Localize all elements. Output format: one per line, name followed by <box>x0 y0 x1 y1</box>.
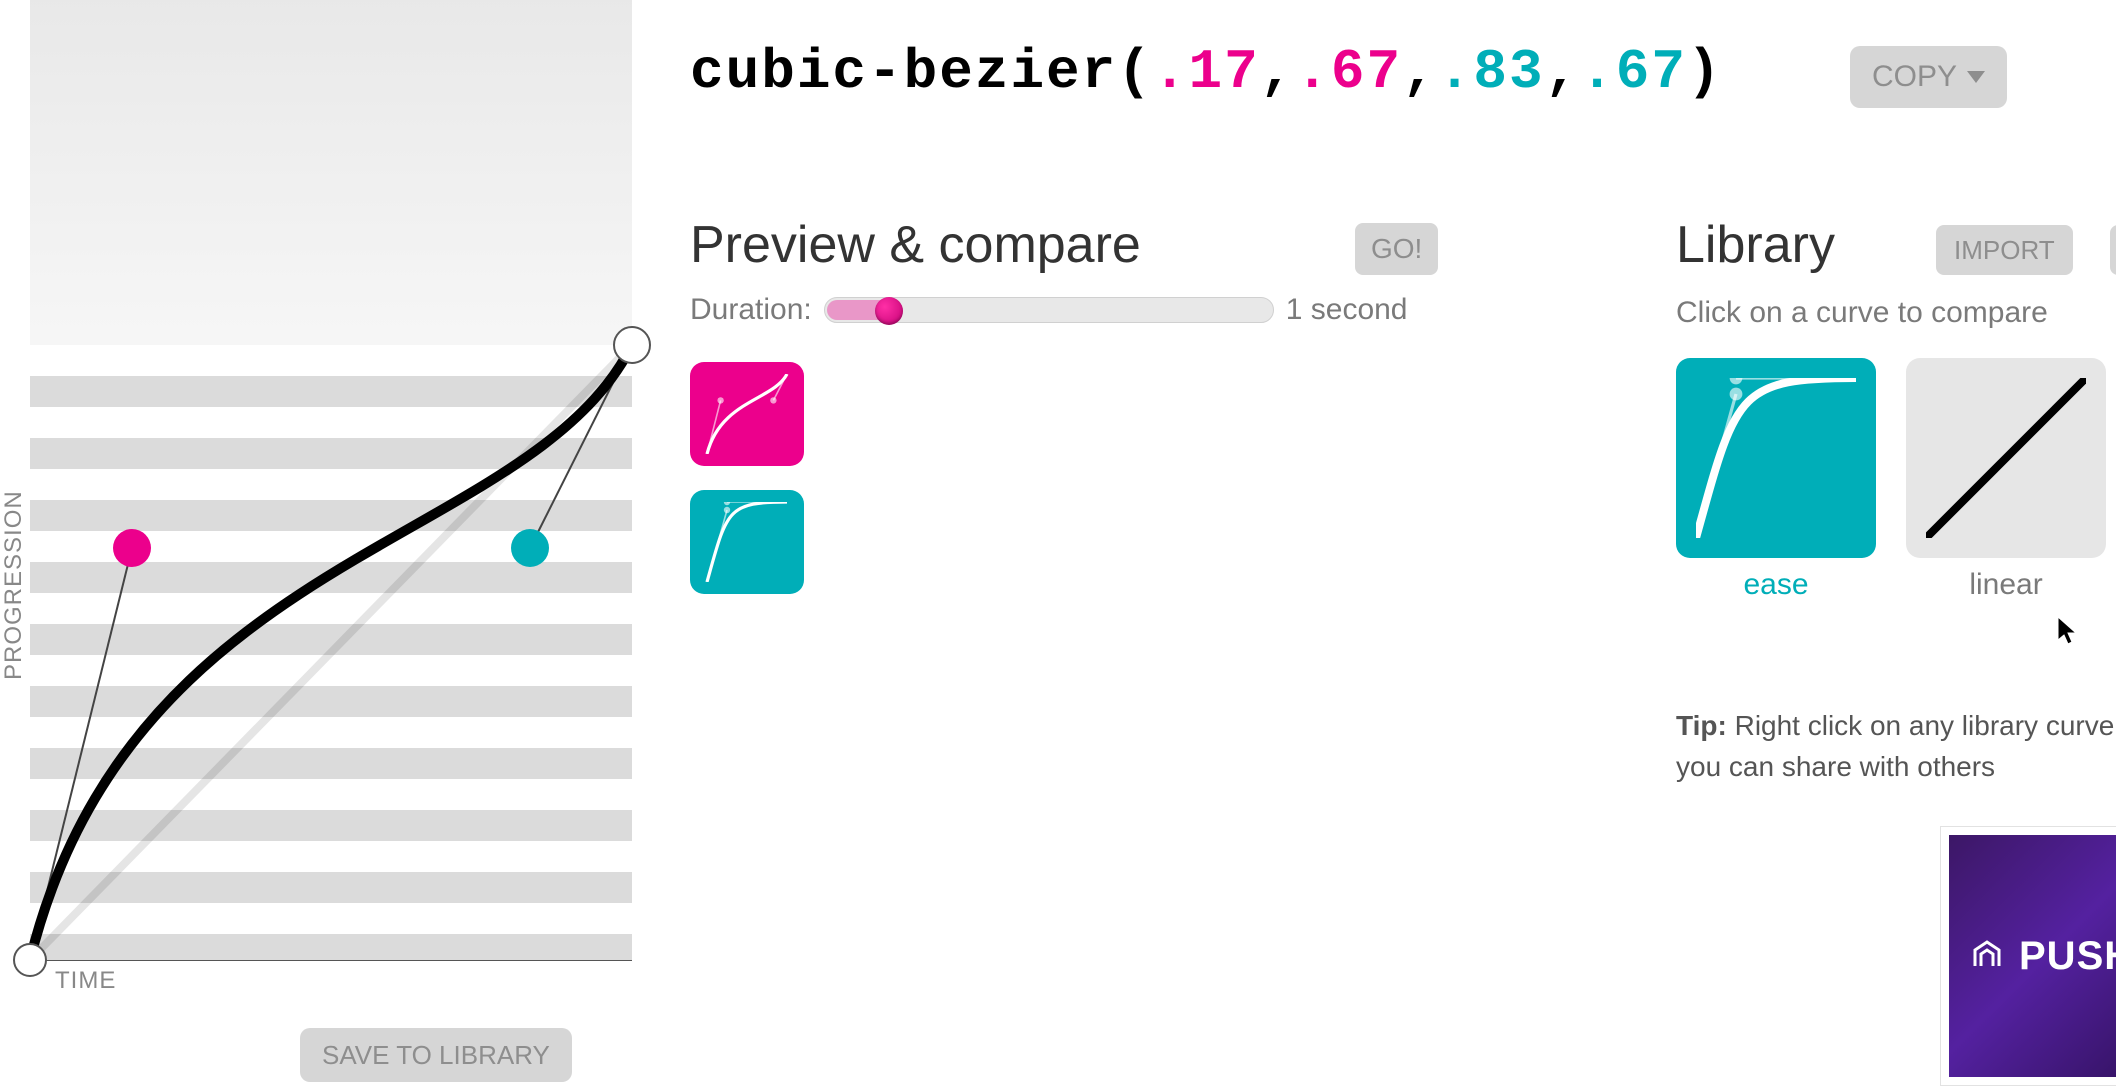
linear-reference-line <box>30 345 632 960</box>
axis-x-label: TIME <box>55 967 116 995</box>
copy-button-label: COPY <box>1872 60 1957 94</box>
p2y-value: .67 <box>1580 40 1687 104</box>
import-button[interactable]: IMPORT <box>1936 225 2073 275</box>
control-point-p2[interactable] <box>511 529 549 567</box>
library-label-ease: ease <box>1743 568 1808 602</box>
bezier-code-string: cubic-bezier(.17,.67,.83,.67) <box>690 40 1723 104</box>
preview-thumbnails <box>690 362 804 594</box>
endpoint-start-dot <box>14 944 46 976</box>
chevron-down-icon <box>1967 71 1985 83</box>
control-point-p1[interactable] <box>113 529 151 567</box>
ad-brand-text: PUSH <box>2019 934 2116 979</box>
bezier-curve-svg[interactable] <box>30 345 632 960</box>
library-tip-prefix: Tip: <box>1676 710 1727 741</box>
p2x-value: .83 <box>1438 40 1545 104</box>
library-grid: ease linear <box>1676 358 2106 602</box>
canvas-overflow-top <box>30 0 632 345</box>
go-button[interactable]: GO! <box>1355 223 1438 275</box>
duration-slider[interactable] <box>824 297 1274 323</box>
axis-y-label: PROGRESSION <box>0 490 28 680</box>
copy-button[interactable]: COPY <box>1850 46 2007 108</box>
endpoint-end-dot <box>614 327 650 363</box>
ad-box[interactable]: PUSH <box>1940 826 2116 1086</box>
ad-banner: PUSH <box>1949 835 2116 1077</box>
library-heading: Library <box>1676 215 1835 275</box>
duration-display: 1 second <box>1286 293 1408 327</box>
library-tile-ease <box>1676 358 1876 558</box>
preview-thumb-compare[interactable] <box>690 490 804 594</box>
library-subheading: Click on a curve to compare <box>1676 296 2048 330</box>
preview-thumb-current[interactable] <box>690 362 804 466</box>
duration-slider-thumb[interactable] <box>875 297 903 325</box>
library-tip-text: Right click on any library curve you can… <box>1676 710 2114 782</box>
duration-label: Duration: <box>690 293 812 327</box>
export-button-partial[interactable] <box>2110 225 2116 275</box>
function-name: cubic-bezier <box>690 40 1117 104</box>
save-to-library-button[interactable]: SAVE TO LIBRARY <box>300 1028 572 1082</box>
preview-heading: Preview & compare <box>690 215 1141 275</box>
library-tip: Tip: Right click on any library curve yo… <box>1676 706 2116 787</box>
p1y-value: .67 <box>1295 40 1402 104</box>
library-label-linear: linear <box>1969 568 2042 602</box>
axis-x-line <box>30 960 632 961</box>
p1x-value: .17 <box>1153 40 1260 104</box>
mouse-cursor-icon <box>2057 616 2079 646</box>
duration-row: Duration: 1 second <box>690 293 1408 327</box>
ad-logo-icon <box>1967 936 2007 976</box>
bezier-canvas: PROGRESSION TIME SAVE TO LIBRARY <box>0 0 640 1092</box>
right-panel: cubic-bezier(.17,.67,.83,.67) COPY Previ… <box>660 0 2116 1092</box>
library-tile-linear <box>1906 358 2106 558</box>
library-item-linear[interactable]: linear <box>1906 358 2106 602</box>
library-item-ease[interactable]: ease <box>1676 358 1876 602</box>
